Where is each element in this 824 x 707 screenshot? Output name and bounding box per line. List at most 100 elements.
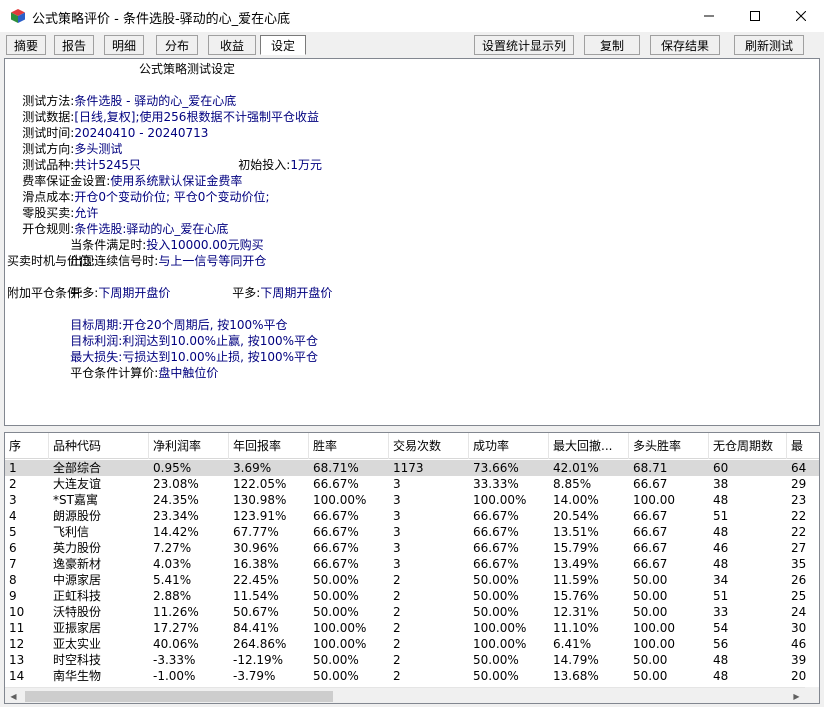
close-price-label: 平仓条件计算价:	[70, 366, 159, 380]
table-cell: 5	[9, 525, 17, 539]
close-button[interactable]	[778, 0, 824, 32]
table-cell: 100.00%	[313, 637, 367, 651]
table-cell: 30	[791, 621, 807, 635]
column-header[interactable]: 成功率	[469, 433, 549, 459]
table-cell: 100.00	[633, 621, 675, 635]
table-cell: -1.00%	[153, 669, 196, 683]
table-cell: 2	[393, 573, 401, 587]
table-row[interactable]: 11 亚振家居 17.27% 84.41% 100.00% 2 100.00% 11.10% 1…	[5, 620, 819, 636]
table-cell: 38	[713, 477, 729, 491]
table-cell: 33.33%	[473, 477, 519, 491]
tab-report[interactable]: 报告	[54, 35, 94, 55]
table-row[interactable]: 4 朗源股份 23.34% 123.91% 66.67% 3 66.67% 20.54% 66.…	[5, 508, 819, 524]
table-cell: 4	[9, 509, 17, 523]
column-header[interactable]: 净利润率	[149, 433, 229, 459]
table-cell: 50.00%	[313, 573, 359, 587]
minimize-button[interactable]	[686, 0, 732, 32]
results-table[interactable]: 序品种代码 净利润率 年回报率 胜率 交易次数 成功率 最大回撤... 多头胜率 无仓周期数最 …	[4, 432, 820, 704]
table-cell: 22.45%	[233, 573, 279, 587]
table-row[interactable]: 13 时空科技 -3.33% -12.19% 50.00% 2 50.00% 14.79% 50…	[5, 652, 819, 668]
table-cell: 27	[791, 541, 807, 555]
minimize-icon	[704, 15, 714, 17]
table-cell: 66.67	[633, 557, 668, 571]
table-cell: 48	[713, 557, 729, 571]
refresh-test-button[interactable]: 刷新测试	[734, 35, 804, 55]
scroll-right-icon[interactable]: ▶	[788, 688, 805, 703]
table-cell: 2	[9, 477, 17, 491]
table-row[interactable]: 9 正虹科技 2.88% 11.54% 50.00% 2 50.00% 15.76% 50.00…	[5, 588, 819, 604]
table-cell: 130.98%	[233, 493, 287, 507]
table-cell: 66.67%	[473, 557, 519, 571]
tab-returns[interactable]: 收益	[208, 35, 256, 55]
table-cell: 正虹科技	[53, 589, 102, 603]
table-cell: 66.67	[633, 525, 668, 539]
table-cell: 时空科技	[53, 653, 102, 667]
tab-summary[interactable]: 摘要	[6, 35, 46, 55]
copy-button[interactable]: 复制	[584, 35, 640, 55]
table-cell: 66.67%	[313, 509, 359, 523]
scroll-thumb[interactable]	[25, 691, 333, 702]
table-cell: 50.00	[633, 669, 668, 683]
table-row[interactable]: 7 逸豪新材 4.03% 16.38% 66.67% 3 66.67% 13.49% 66.67…	[5, 556, 819, 572]
column-header[interactable]: 最大回撤...	[549, 433, 629, 459]
maximize-button[interactable]	[732, 0, 778, 32]
table-cell: 12.31%	[553, 605, 599, 619]
column-header[interactable]: 品种代码	[49, 433, 149, 459]
timing-label: 买卖时机与价位:	[7, 254, 96, 268]
table-cell: 66.67%	[313, 525, 359, 539]
table-row[interactable]: 5 飞利信 14.42% 67.77% 66.67% 3 66.67% 13.51% 66.67…	[5, 524, 819, 540]
table-cell: 64	[791, 461, 807, 475]
close-long-value: 下周期开盘价	[260, 286, 333, 300]
slippage-value: 开仓0个变动价位; 平仓0个变动价位;	[74, 190, 270, 204]
table-cell: 亚振家居	[53, 621, 102, 635]
table-cell: 14.79%	[553, 653, 599, 667]
tab-settings[interactable]: 设定	[260, 35, 306, 55]
table-cell: 4.03%	[153, 557, 192, 571]
horizontal-scrollbar[interactable]: ◀ ▶	[5, 687, 805, 703]
table-cell: 48	[713, 669, 729, 683]
column-header[interactable]: 胜率	[309, 433, 389, 459]
table-row[interactable]: 8 中源家居 5.41% 22.45% 50.00% 2 50.00% 11.59% 50.00…	[5, 572, 819, 588]
table-row[interactable]: 2 大连友谊 23.08% 122.05% 66.67% 3 33.33% 8.85% 66.6…	[5, 476, 819, 492]
table-cell: 3	[393, 477, 401, 491]
column-header[interactable]: 序	[5, 433, 49, 459]
table-cell: 56	[713, 637, 729, 651]
window-title: 公式策略评价 - 条件选股-驿动的心_爱在心底	[32, 12, 291, 27]
save-results-button[interactable]: 保存结果	[650, 35, 720, 55]
column-header[interactable]: 多头胜率	[629, 433, 709, 459]
tab-detail[interactable]: 明细	[104, 35, 144, 55]
table-row[interactable]: 1 全部综合 0.95% 3.69% 68.71% 1173 73.66% 42.01% 68.…	[5, 460, 819, 476]
table-cell: 11.10%	[553, 621, 599, 635]
table-cell: 7	[9, 557, 17, 571]
consecutive-value: 与上一信号等同开仓	[158, 254, 267, 268]
table-cell: 50.00%	[313, 653, 359, 667]
table-cell: 51	[713, 509, 729, 523]
tab-distribution[interactable]: 分布	[156, 35, 198, 55]
table-row[interactable]: 10 沃特股份 11.26% 50.67% 50.00% 2 50.00% 12.31% 50.…	[5, 604, 819, 620]
table-row[interactable]: 3 *ST嘉寓 24.35% 130.98% 100.00% 3 100.00% 14.00%…	[5, 492, 819, 508]
table-cell: 123.91%	[233, 509, 287, 523]
table-cell: 英力股份	[53, 541, 102, 555]
table-row[interactable]: 12 亚太实业 40.06% 264.86% 100.00% 2 100.00% 6.41% 1…	[5, 636, 819, 652]
table-cell: 25	[791, 589, 807, 603]
scroll-left-icon[interactable]: ◀	[5, 688, 22, 703]
table-cell: 3	[393, 525, 401, 539]
column-header[interactable]: 交易次数	[389, 433, 469, 459]
table-cell: 100.00%	[473, 621, 527, 635]
table-row[interactable]: 6 英力股份 7.27% 30.96% 66.67% 3 66.67% 15.79% 66.67…	[5, 540, 819, 556]
table-cell: 48	[713, 493, 729, 507]
table-cell: 46	[713, 541, 729, 555]
column-header[interactable]: 最	[787, 433, 819, 459]
initial-label: 初始投入:	[238, 158, 291, 172]
display-columns-button[interactable]: 设置统计显示列	[474, 35, 574, 55]
column-header[interactable]: 年回报率	[229, 433, 309, 459]
initial-value: 1万元	[290, 158, 322, 172]
table-cell: 14	[9, 669, 25, 683]
time-note: 不计强制平仓收益	[223, 110, 320, 124]
column-header[interactable]: 无仓周期数	[709, 433, 787, 459]
table-cell: 7.27%	[153, 541, 192, 555]
table-cell: 20.54%	[553, 509, 599, 523]
table-row[interactable]: 14 南华生物 -1.00% -3.79% 50.00% 2 50.00% 13.68% 50.…	[5, 668, 819, 684]
table-cell: 67.77%	[233, 525, 279, 539]
table-cell: 南华生物	[53, 669, 102, 683]
